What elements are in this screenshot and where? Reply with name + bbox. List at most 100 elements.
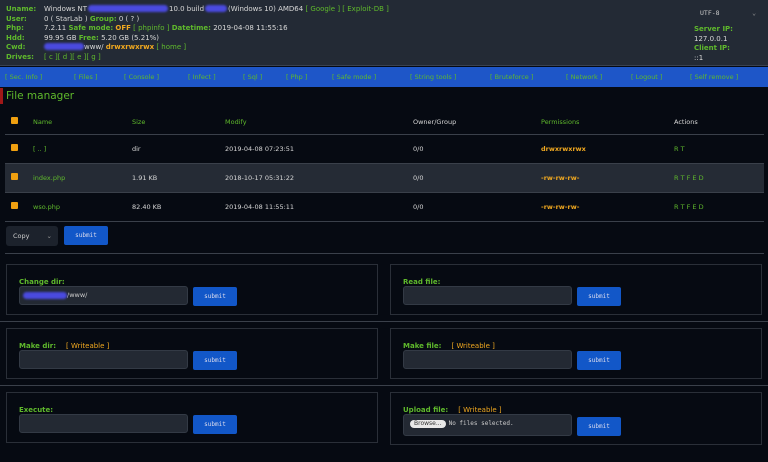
drive-d[interactable]: [ d ] bbox=[58, 53, 72, 63]
ip-info: Server IP: 127.0.0.1 Client IP: ::1 bbox=[694, 25, 733, 63]
nav-safe-mode[interactable]: [ Safe mode ] bbox=[332, 73, 376, 81]
uname-value: Windows NT bbox=[44, 5, 87, 15]
col-name[interactable]: Name bbox=[27, 110, 126, 134]
file-name[interactable]: [ .. ] bbox=[27, 134, 126, 163]
make-dir-label: Make dir: bbox=[19, 342, 56, 350]
upload-file-input[interactable]: Browse...No files selected. bbox=[403, 414, 572, 436]
table-row: [ .. ] dir 2019-04-08 07:23:51 0/0 drwxr… bbox=[5, 134, 764, 163]
table-header: Name Size Modify Owner/Group Permissions… bbox=[5, 110, 764, 134]
nav-self-remove[interactable]: [ Self remove ] bbox=[690, 73, 738, 81]
nav-sql[interactable]: [ Sql ] bbox=[243, 73, 262, 81]
google-link[interactable]: [ Google ] bbox=[305, 5, 340, 15]
col-owner: Owner/Group bbox=[407, 110, 535, 134]
hdd-label: Hdd: bbox=[6, 34, 44, 44]
make-dir-panel: Make dir: [ Writeable ] submit bbox=[6, 328, 378, 379]
home-link[interactable]: [ home ] bbox=[156, 43, 186, 53]
action-select[interactable]: Copy⌄ bbox=[6, 226, 58, 246]
nav-bruteforce[interactable]: [ Bruteforce ] bbox=[490, 73, 533, 81]
file-perms[interactable]: -rw-rw-rw- bbox=[535, 192, 668, 221]
drive-e[interactable]: [ e ] bbox=[72, 53, 86, 63]
php-label: Php: bbox=[6, 24, 44, 34]
file-size: dir bbox=[126, 134, 219, 163]
file-modify: 2018-10-17 05:31:22 bbox=[219, 163, 407, 192]
browse-button[interactable]: Browse... bbox=[410, 420, 446, 428]
change-dir-input[interactable]: /www/ bbox=[19, 286, 188, 305]
read-file-input[interactable] bbox=[403, 286, 572, 305]
change-dir-submit-button[interactable]: submit bbox=[193, 287, 237, 306]
read-file-label: Read file: bbox=[403, 278, 440, 286]
nav-sec-info[interactable]: [ Sec. Info ] bbox=[5, 73, 42, 81]
action-select-value: Copy bbox=[13, 232, 30, 240]
file-perms[interactable]: drwxrwxrwx bbox=[535, 134, 668, 163]
file-actions[interactable]: R T F E D bbox=[668, 163, 764, 192]
file-name[interactable]: index.php bbox=[27, 163, 126, 192]
upload-file-submit-button[interactable]: submit bbox=[577, 417, 621, 436]
client-ip-label: Client IP: bbox=[694, 44, 733, 54]
server-info: Uname:Windows NT10.0 build(Windows 10) A… bbox=[6, 5, 389, 63]
execute-submit-button[interactable]: submit bbox=[193, 415, 237, 434]
file-action-submit-button[interactable]: submit bbox=[64, 226, 108, 245]
chevron-down-icon: ⌄ bbox=[752, 9, 756, 17]
safe-mode-label: Safe mode: bbox=[69, 24, 114, 34]
execute-input[interactable] bbox=[19, 414, 188, 433]
nav-files[interactable]: [ Files ] bbox=[74, 73, 97, 81]
redacted bbox=[44, 43, 84, 50]
read-file-submit-button[interactable]: submit bbox=[577, 287, 621, 306]
file-size: 1.91 KB bbox=[126, 163, 219, 192]
group-value: 0 ( ? ) bbox=[119, 15, 139, 25]
nav-network[interactable]: [ Network ] bbox=[566, 73, 602, 81]
divider bbox=[5, 253, 764, 254]
nav-bar: [ Sec. Info ] [ Files ] [ Console ] [ In… bbox=[0, 67, 768, 87]
execute-panel: Execute: submit bbox=[6, 392, 378, 443]
datetime-label: Datetime: bbox=[172, 24, 211, 34]
user-label: User: bbox=[6, 15, 44, 25]
table-row: index.php 1.91 KB 2018-10-17 05:31:22 0/… bbox=[5, 163, 764, 192]
charset-select[interactable]: UTF-8⌄ bbox=[700, 9, 760, 17]
make-file-input[interactable] bbox=[403, 350, 572, 369]
writeable-badge: [ Writeable ] bbox=[451, 342, 494, 350]
nav-php[interactable]: [ Php ] bbox=[286, 73, 307, 81]
nav-console[interactable]: [ Console ] bbox=[124, 73, 159, 81]
file-perms[interactable]: -rw-rw-rw- bbox=[535, 163, 668, 192]
file-owner: 0/0 bbox=[407, 163, 535, 192]
col-modify[interactable]: Modify bbox=[219, 110, 407, 134]
col-permissions[interactable]: Permissions bbox=[535, 110, 668, 134]
nav-infect[interactable]: [ Infect ] bbox=[188, 73, 216, 81]
make-dir-submit-button[interactable]: submit bbox=[193, 351, 237, 370]
writeable-badge: [ Writeable ] bbox=[458, 406, 501, 414]
upload-file-panel: Upload file:[ Writeable ] Browse...No fi… bbox=[390, 392, 762, 445]
drive-c[interactable]: [ c ] bbox=[44, 53, 58, 63]
make-file-label: Make file: bbox=[403, 342, 441, 350]
header: Uname:Windows NT10.0 build(Windows 10) A… bbox=[0, 0, 768, 66]
page-title: File manager bbox=[0, 88, 74, 104]
file-actions[interactable]: R T bbox=[668, 134, 764, 163]
col-size[interactable]: Size bbox=[126, 110, 219, 134]
redacted bbox=[205, 5, 227, 12]
file-name[interactable]: wso.php bbox=[27, 192, 126, 221]
row-checkbox[interactable] bbox=[11, 202, 18, 209]
select-all-checkbox[interactable] bbox=[11, 117, 18, 124]
writeable-badge: [ Writeable ] bbox=[66, 342, 109, 350]
datetime-value: 2019-04-08 11:55:16 bbox=[213, 24, 287, 34]
drive-g[interactable]: [ g ] bbox=[86, 53, 100, 63]
row-checkbox[interactable] bbox=[11, 144, 18, 151]
uname-build: 10.0 build bbox=[169, 5, 204, 15]
exploitdb-link[interactable]: [ Exploit-DB ] bbox=[342, 5, 389, 15]
file-modify: 2019-04-08 11:55:11 bbox=[219, 192, 407, 221]
file-size: 82.40 KB bbox=[126, 192, 219, 221]
client-ip: ::1 bbox=[694, 54, 733, 64]
user-value: 0 ( StarLab ) bbox=[44, 15, 88, 25]
change-dir-label: Change dir: bbox=[19, 278, 65, 286]
no-file-text: No files selected. bbox=[449, 420, 514, 427]
nav-logout[interactable]: [ Logout ] bbox=[631, 73, 662, 81]
redacted bbox=[23, 292, 67, 299]
cwd-perms: drwxrwxrwx bbox=[106, 43, 154, 53]
cwd-label: Cwd: bbox=[6, 43, 44, 53]
divider bbox=[0, 321, 768, 322]
make-dir-input[interactable] bbox=[19, 350, 188, 369]
phpinfo-link[interactable]: [ phpinfo ] bbox=[133, 24, 169, 34]
nav-string-tools[interactable]: [ String tools ] bbox=[410, 73, 456, 81]
row-checkbox[interactable] bbox=[11, 173, 18, 180]
file-actions[interactable]: R T F E D bbox=[668, 192, 764, 221]
make-file-submit-button[interactable]: submit bbox=[577, 351, 621, 370]
